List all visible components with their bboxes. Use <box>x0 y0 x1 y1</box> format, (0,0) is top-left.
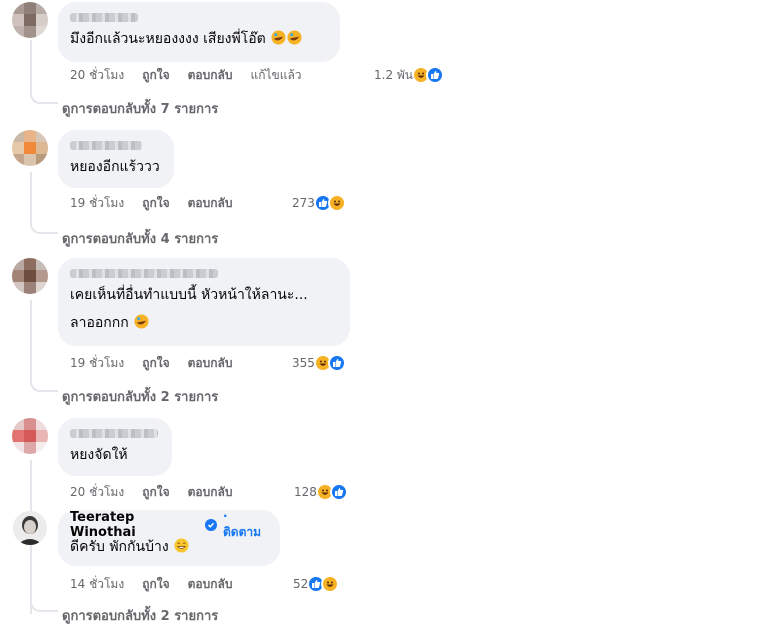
comment-text-body: ลาออกกก <box>70 315 129 331</box>
comment-actions: 14 ชั่วโมง ถูกใจ ตอบกลับ <box>70 574 250 594</box>
comment-bubble: เคยเห็นที่อื่นทำแบบนี้ หัวหน้าให้ลานะ...… <box>58 258 350 346</box>
like-button[interactable]: ถูกใจ <box>142 194 169 213</box>
verified-badge-icon <box>205 519 217 531</box>
thread-line <box>30 172 32 226</box>
like-button[interactable]: ถูกใจ <box>142 575 169 594</box>
thread-line <box>30 40 32 96</box>
comment-actions: 19 ชั่วโมง ถูกใจ ตอบกลับ <box>70 193 250 213</box>
comment-author[interactable] <box>70 10 328 24</box>
comment-time[interactable]: 14 ชั่วโมง <box>70 575 124 594</box>
profile-photo <box>13 511 47 545</box>
thread-branch <box>30 92 58 104</box>
like-button[interactable]: ถูกใจ <box>142 66 169 85</box>
comment-text-line2: ลาออกกก <box>70 314 338 332</box>
edited-label: แก้ไขแล้ว <box>250 67 302 82</box>
rolling-laughing-emoji-icon <box>134 314 149 329</box>
reply-button[interactable]: ตอบกลับ <box>188 354 233 373</box>
comment-bubble: หยงจัดให้ <box>58 418 172 476</box>
comment-author: Teeratep Winothai · ติดตาม <box>70 509 268 541</box>
comment-time[interactable]: 19 ชั่วโมง <box>70 194 124 213</box>
view-replies-link[interactable]: ดูการตอบกลับทั้ง 2 รายการ <box>62 605 218 626</box>
comment-text-body: ดีครับ พักกันบ้าง <box>70 539 169 555</box>
comment-text-body: มึงอีกแล้วนะหยองงงง เสียงพี่โอ๊ต <box>70 31 266 47</box>
comment-text: หยงจัดให้ <box>70 447 128 463</box>
reaction-summary[interactable]: 128 <box>294 482 348 502</box>
comment-text: เคยเห็นที่อื่นทำแบบนี้ หัวหน้าให้ลานะ... <box>70 287 308 303</box>
comment-text: หยองอีกแร้ววว <box>70 159 160 175</box>
comment-bubble: หยองอีกแร้ววว <box>58 130 174 188</box>
comment-actions: 20 ชั่วโมง ถูกใจ ตอบกลับ <box>70 482 250 502</box>
grinning-sweat-emoji-icon <box>174 538 189 553</box>
comment-author[interactable] <box>70 426 160 440</box>
like-reaction-icon <box>327 354 346 372</box>
reaction-count: 52 <box>293 577 309 591</box>
comment-time[interactable]: 20 ชั่วโมง <box>70 66 124 85</box>
comment-bubble: มึงอีกแล้วนะหยองงงง เสียงพี่โอ๊ต <box>58 2 340 62</box>
follow-link[interactable]: · ติดตาม <box>223 509 268 542</box>
comment-author[interactable] <box>70 266 338 280</box>
haha-reaction-icon <box>327 194 346 212</box>
comment-time[interactable]: 19 ชั่วโมง <box>70 354 124 373</box>
rolling-laughing-emoji-icon <box>287 30 302 45</box>
comment-actions: 20 ชั่วโมง ถูกใจ ตอบกลับ แก้ไขแล้ว <box>70 65 302 85</box>
reaction-count: 1.2 พัน <box>374 67 414 82</box>
reaction-count: 128 <box>294 485 317 499</box>
comment-actions: 19 ชั่วโมง ถูกใจ ตอบกลับ <box>70 353 250 373</box>
view-replies-link[interactable]: ดูการตอบกลับทั้ง 4 รายการ <box>62 228 218 249</box>
rolling-laughing-emoji-icon <box>271 30 286 45</box>
like-button[interactable]: ถูกใจ <box>142 354 169 373</box>
thread-line <box>30 300 32 384</box>
reply-button[interactable]: ตอบกลับ <box>188 575 233 594</box>
haha-reaction-icon <box>321 575 340 593</box>
reaction-summary[interactable]: 355 <box>292 353 346 373</box>
reaction-count: 273 <box>292 196 315 210</box>
view-replies-link[interactable]: ดูการตอบกลับทั้ง 2 รายการ <box>62 386 218 407</box>
reply-button[interactable]: ตอบกลับ <box>188 194 233 213</box>
thread-branch <box>30 600 58 612</box>
comment-time[interactable]: 20 ชั่วโมง <box>70 483 124 502</box>
reply-button[interactable]: ตอบกลับ <box>188 66 233 85</box>
reaction-count: 355 <box>292 356 315 370</box>
avatar[interactable] <box>12 130 48 166</box>
author-name[interactable]: Teeratep Winothai <box>70 510 199 540</box>
comment-author[interactable] <box>70 138 162 152</box>
like-reaction-icon <box>329 483 348 501</box>
comment-bubble: Teeratep Winothai · ติดตาม ดีครับ พักกัน… <box>58 509 280 566</box>
thread-branch <box>30 222 58 234</box>
view-replies-link[interactable]: ดูการตอบกลับทั้ง 7 รายการ <box>62 98 218 119</box>
thread-branch <box>30 380 58 392</box>
reaction-summary[interactable]: 273 <box>292 193 346 213</box>
reaction-summary[interactable]: 1.2 พัน <box>374 65 445 85</box>
reaction-summary[interactable]: 52 <box>293 574 340 594</box>
avatar[interactable] <box>12 418 48 454</box>
avatar[interactable] <box>12 258 48 294</box>
like-reaction-icon <box>426 66 445 84</box>
like-button[interactable]: ถูกใจ <box>142 483 169 502</box>
author-avatar[interactable] <box>13 511 47 545</box>
reply-button[interactable]: ตอบกลับ <box>188 483 233 502</box>
comment-text: มึงอีกแล้วนะหยองงงง เสียงพี่โอ๊ต <box>70 30 328 48</box>
avatar[interactable] <box>12 2 48 38</box>
